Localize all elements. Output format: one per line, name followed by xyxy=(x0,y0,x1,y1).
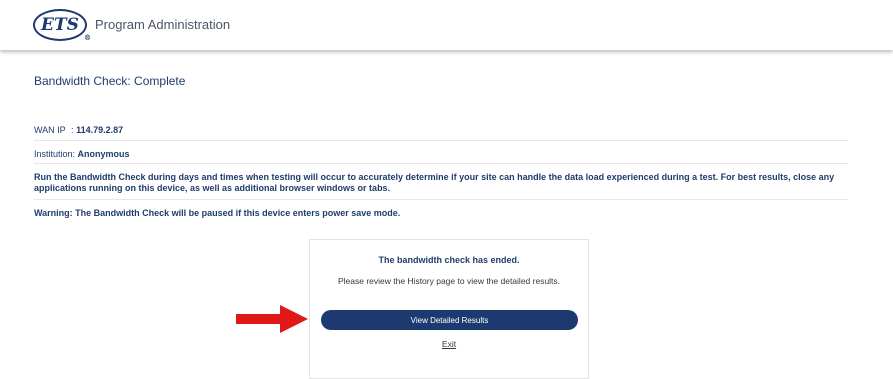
institution-row: Institution: Anonymous xyxy=(34,149,848,160)
page-title: Bandwidth Check: Complete xyxy=(34,74,186,88)
institution-value: Anonymous xyxy=(77,149,130,159)
ets-logo[interactable]: ETS ® xyxy=(33,9,91,42)
registered-mark: ® xyxy=(84,33,91,42)
institution-label: Institution: xyxy=(34,149,76,159)
wan-ip-separator: : xyxy=(71,125,74,135)
top-header: ETS ® Program Administration xyxy=(0,0,893,50)
logo-text: ETS xyxy=(41,15,79,35)
result-card: The bandwidth check has ended. Please re… xyxy=(309,239,589,379)
divider xyxy=(34,163,848,164)
app-title: Program Administration xyxy=(95,17,231,32)
divider xyxy=(34,199,848,200)
card-title: The bandwidth check has ended. xyxy=(378,255,520,265)
instructions-text: Run the Bandwidth Check during days and … xyxy=(34,172,835,193)
warning-text: Warning: The Bandwidth Check will be pau… xyxy=(34,208,401,218)
divider xyxy=(34,140,848,141)
wan-ip-row: WAN IP : 114.79.2.87 xyxy=(34,125,848,136)
card-message: Please review the History page to view t… xyxy=(337,276,561,286)
wan-ip-label: WAN IP xyxy=(34,125,66,135)
view-detailed-results-button[interactable]: View Detailed Results xyxy=(321,310,578,330)
wan-ip-value: 114.79.2.87 xyxy=(76,125,124,135)
red-arrow-icon xyxy=(236,305,308,333)
exit-link[interactable]: Exit xyxy=(310,339,588,349)
